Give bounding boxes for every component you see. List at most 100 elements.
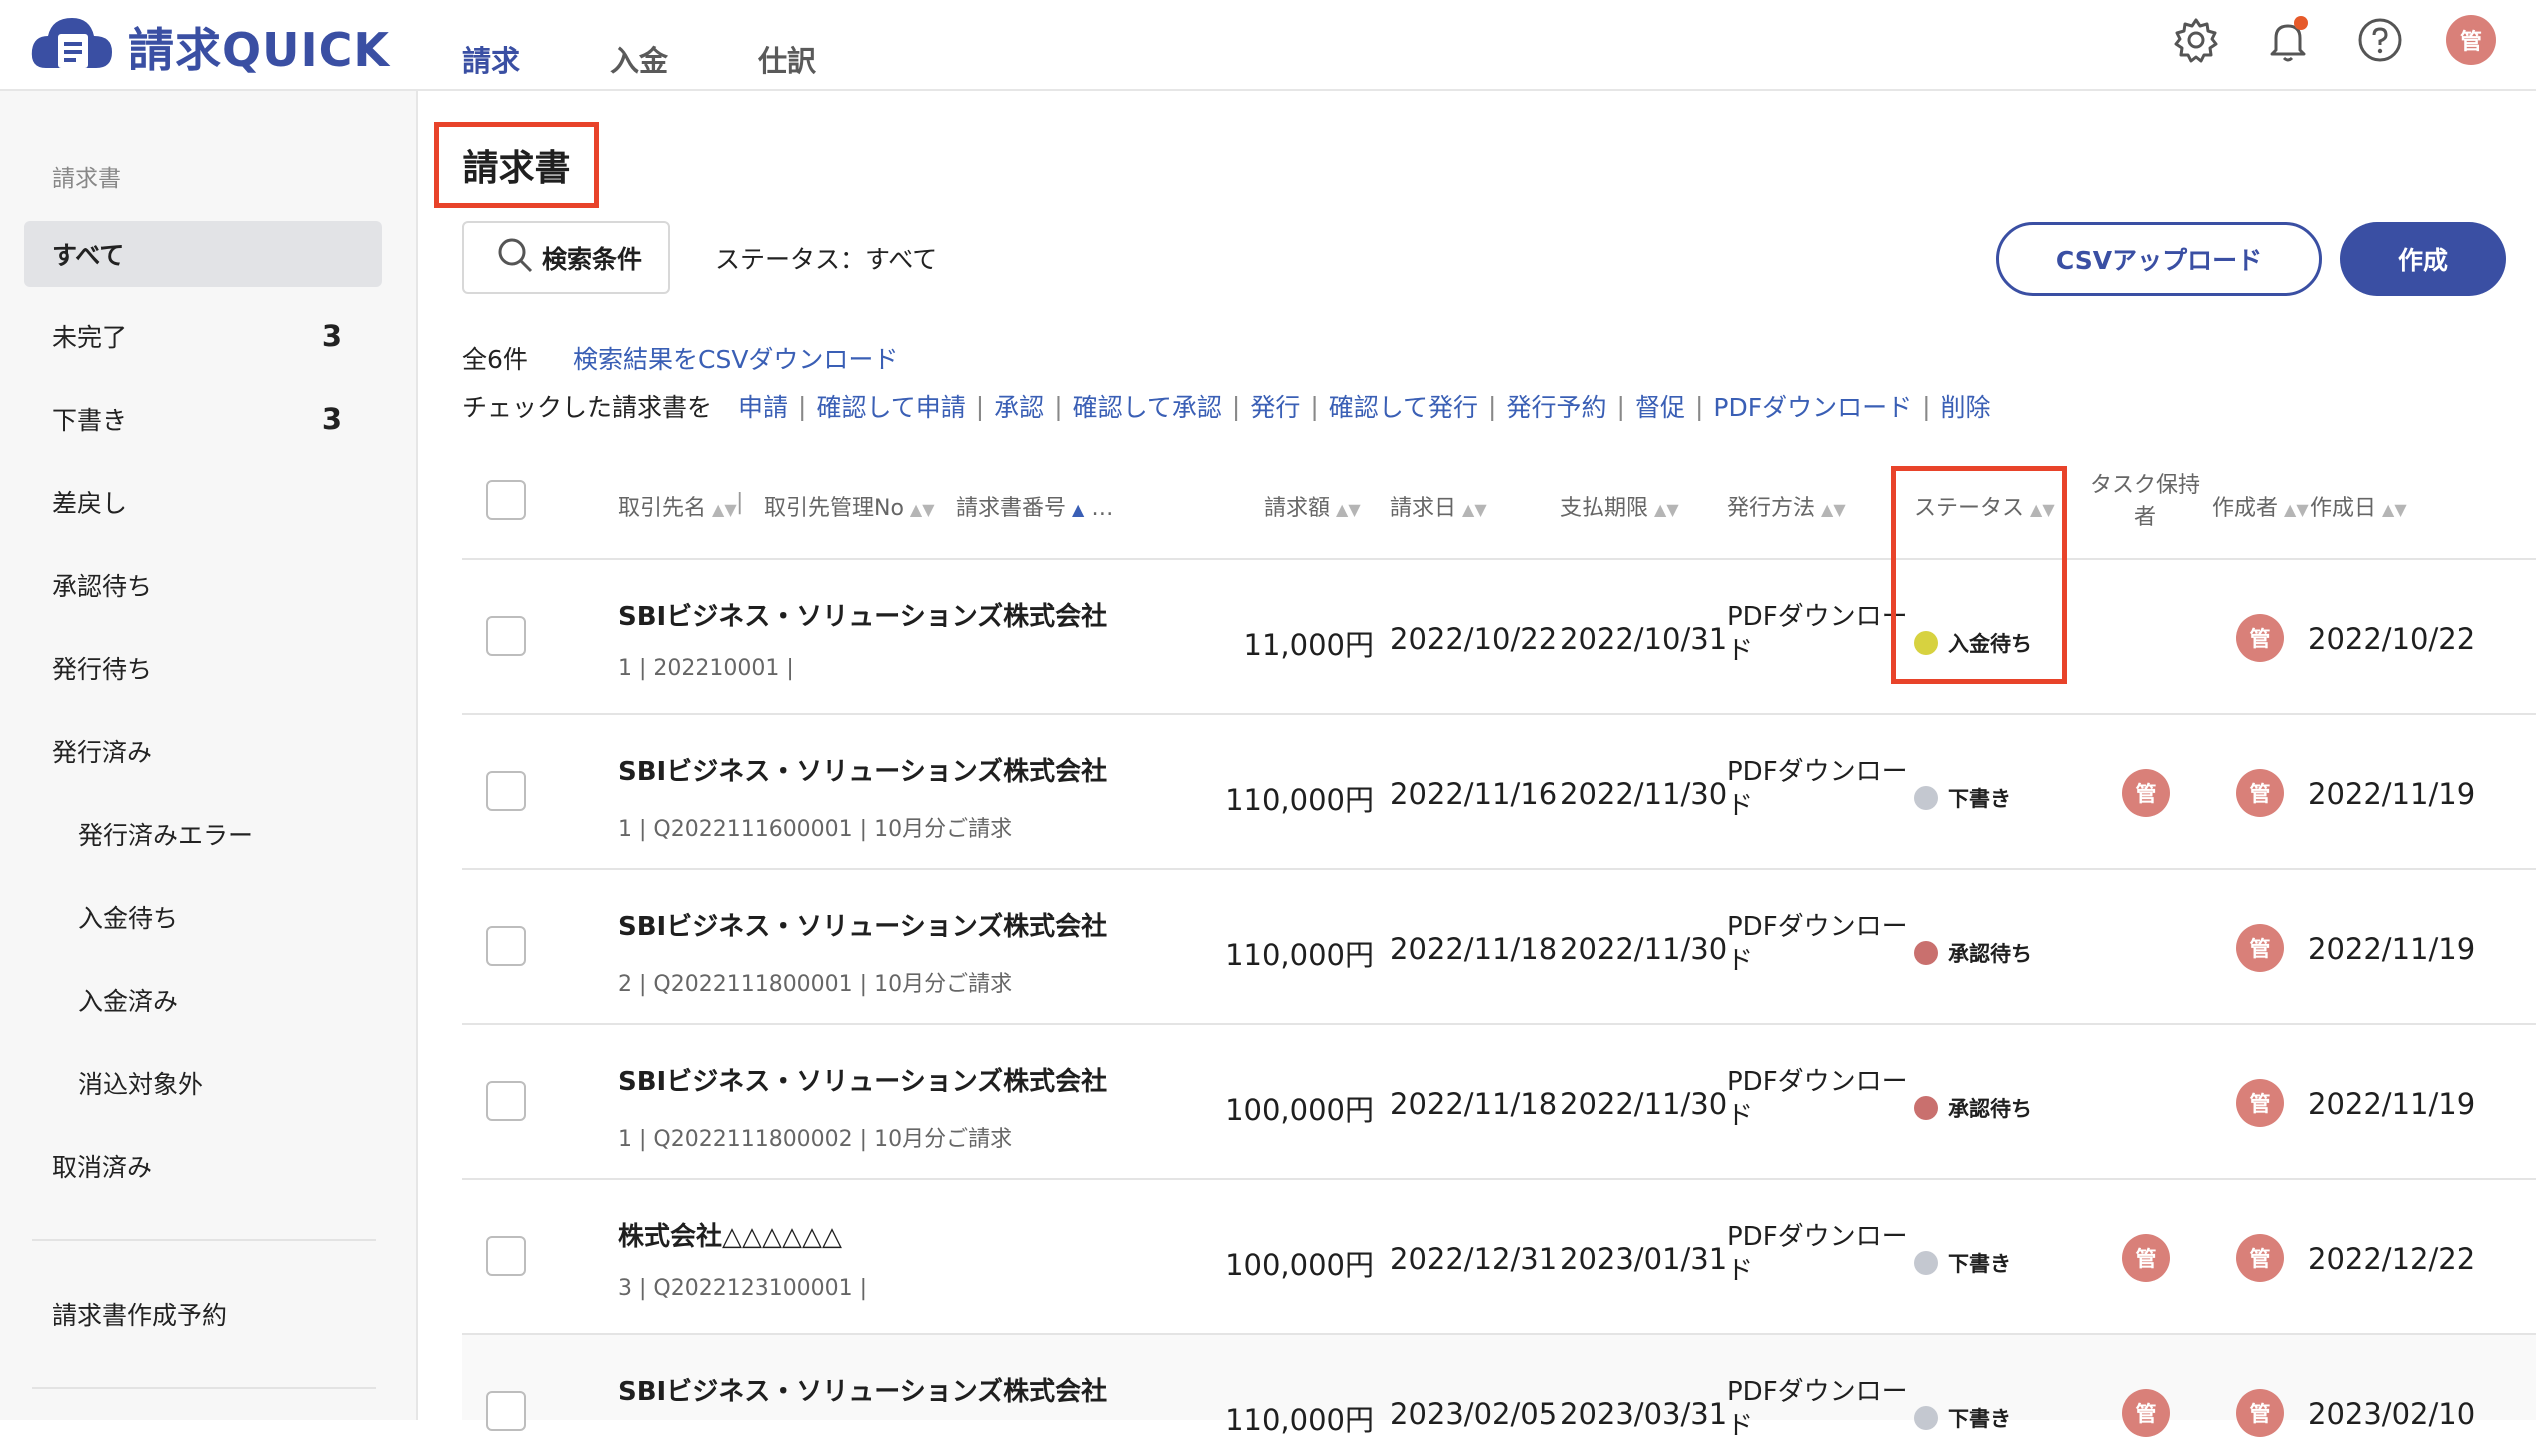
csv-upload-button[interactable]: CSVアップロード	[1996, 222, 2322, 296]
created-date: 2022/12/22	[2308, 1242, 2476, 1276]
sidebar-item-excluded[interactable]: 消込対象外	[24, 1050, 382, 1116]
table-row[interactable]: SBIビジネス・ソリューションズ株式会社 1 | Q2022111800002 …	[462, 1025, 2536, 1180]
client-name[interactable]: SBIビジネス・ソリューションズ株式会社	[618, 906, 1107, 943]
sort-icon: ▲▼	[2284, 500, 2309, 519]
column-client[interactable]: 取引先名 ▲▼	[618, 490, 737, 522]
status-badge: 下書き	[1914, 1248, 2011, 1278]
sidebar-item-cancelled[interactable]: 取消済み	[24, 1133, 382, 1199]
due-date: 2022/11/30	[1560, 932, 1728, 966]
status-dot	[1914, 941, 1938, 965]
sort-icon: ▲▼	[1654, 500, 1679, 519]
row-meta: 2 | Q2022111800001 | 10月分ご請求	[618, 972, 1013, 997]
sort-icon: ▲▼	[909, 500, 935, 519]
created-date: 2023/02/10	[2308, 1397, 2476, 1431]
sidebar-item-all[interactable]: すべて	[24, 221, 382, 287]
sidebar-item-count: 3	[321, 402, 342, 436]
client-name[interactable]: SBIビジネス・ソリューションズ株式会社	[618, 596, 1107, 633]
due-date: 2023/01/31	[1560, 1242, 1728, 1276]
separator: |	[798, 391, 807, 421]
row-checkbox[interactable]	[486, 926, 526, 966]
bulk-apply[interactable]: 申請	[738, 388, 788, 424]
bulk-issue[interactable]: 発行	[1250, 388, 1300, 424]
tab-journal[interactable]: 仕訳	[758, 38, 816, 80]
client-name[interactable]: SBIビジネス・ソリューションズ株式会社	[618, 751, 1107, 788]
sidebar-item-label: 下書き	[52, 406, 128, 435]
sidebar-item-paid[interactable]: 入金済み	[24, 967, 382, 1033]
row-checkbox[interactable]	[486, 771, 526, 811]
client-name[interactable]: 株式会社△△△△△△	[618, 1216, 842, 1253]
app-logo[interactable]: 請求QUICK	[28, 10, 390, 84]
sidebar-item-label: 消込対象外	[78, 1070, 204, 1099]
sidebar-item-issued[interactable]: 発行済み	[24, 718, 382, 784]
row-checkbox[interactable]	[486, 616, 526, 656]
column-method[interactable]: 発行方法 ▲▼	[1727, 490, 1846, 522]
gear-icon[interactable]	[2170, 14, 2222, 66]
column-more[interactable]: …	[1091, 496, 1113, 521]
search-conditions-button[interactable]: 検索条件	[462, 221, 670, 294]
column-invoice-no[interactable]: 請求書番号 ▲ …	[956, 490, 1113, 522]
creator-avatar: 管	[2236, 924, 2284, 972]
column-due-date[interactable]: 支払期限 ▲▼	[1560, 490, 1679, 522]
column-separator: |	[736, 490, 744, 515]
bulk-confirm-issue[interactable]: 確認して発行	[1329, 388, 1478, 424]
tab-invoice[interactable]: 請求	[462, 38, 520, 80]
tab-payment[interactable]: 入金	[610, 38, 668, 80]
bell-icon[interactable]	[2262, 14, 2314, 66]
sidebar-item-awaiting-payment[interactable]: 入金待ち	[24, 884, 382, 950]
column-client-no[interactable]: 取引先管理No ▲▼	[764, 490, 935, 522]
issue-method: PDFダウンロード	[1727, 602, 1908, 666]
page-title-box: 請求書	[434, 122, 599, 208]
sidebar-item-draft[interactable]: 下書き 3	[24, 386, 382, 452]
table-row[interactable]: SBIビジネス・ソリューションズ株式会社 2 | Q2022111800001 …	[462, 870, 2536, 1025]
row-checkbox[interactable]	[486, 1236, 526, 1276]
sidebar-item-incomplete[interactable]: 未完了 3	[24, 303, 382, 369]
page-title: 請求書	[462, 148, 571, 189]
table-row[interactable]: SBIビジネス・ソリューションズ株式会社 110,000円 2023/02/05…	[462, 1335, 2536, 1441]
client-name[interactable]: SBIビジネス・ソリューションズ株式会社	[618, 1371, 1107, 1408]
due-date: 2022/11/30	[1560, 1087, 1728, 1121]
status-dot	[1914, 1406, 1938, 1430]
sidebar-item-issued-error[interactable]: 発行済みエラー	[24, 801, 382, 867]
user-avatar[interactable]: 管	[2446, 15, 2496, 65]
sidebar-item-label: 入金待ち	[78, 904, 179, 933]
sidebar-section-title: 請求書	[52, 166, 121, 192]
sidebar-item-returned[interactable]: 差戻し	[24, 469, 382, 535]
total-count: 全6件	[462, 345, 528, 374]
table-row[interactable]: SBIビジネス・ソリューションズ株式会社 1 | 202210001 | 11,…	[462, 560, 2536, 715]
bulk-approve[interactable]: 承認	[994, 388, 1044, 424]
help-icon[interactable]	[2354, 14, 2406, 66]
sidebar-item-label: 差戻し	[52, 489, 128, 518]
sidebar-item-reservation[interactable]: 請求書作成予約	[24, 1281, 382, 1347]
header-icons: 管	[2170, 14, 2496, 66]
search-icon	[496, 236, 534, 280]
column-created[interactable]: 作成日 ▲▼	[2310, 490, 2407, 522]
table-row[interactable]: SBIビジネス・ソリューションズ株式会社 1 | Q2022111600001 …	[462, 715, 2536, 870]
table-row[interactable]: 株式会社△△△△△△ 3 | Q2022123100001 | 100,000円…	[462, 1180, 2536, 1335]
creator-avatar: 管	[2236, 769, 2284, 817]
sort-icon: ▲▼	[712, 500, 737, 519]
csv-download-link[interactable]: 検索結果をCSVダウンロード	[573, 340, 898, 376]
row-checkbox[interactable]	[486, 1391, 526, 1431]
column-creator[interactable]: 作成者 ▲▼	[2212, 490, 2309, 522]
bulk-delete[interactable]: 削除	[1941, 388, 1991, 424]
row-checkbox[interactable]	[486, 1081, 526, 1121]
sidebar-item-count: 3	[321, 319, 342, 353]
invoice-date: 2022/11/18	[1390, 1087, 1558, 1121]
created-date: 2022/10/22	[2308, 622, 2476, 656]
client-name[interactable]: SBIビジネス・ソリューションズ株式会社	[618, 1061, 1107, 1098]
sidebar-item-awaiting-approval[interactable]: 承認待ち	[24, 552, 382, 618]
select-all-checkbox[interactable]	[486, 480, 526, 520]
bulk-remind[interactable]: 督促	[1635, 388, 1685, 424]
bulk-confirm-approve[interactable]: 確認して承認	[1073, 388, 1222, 424]
due-date: 2023/03/31	[1560, 1397, 1728, 1431]
column-task-owner[interactable]: タスク保持者	[2090, 470, 2200, 534]
create-button[interactable]: 作成	[2340, 222, 2506, 296]
column-invoice-date[interactable]: 請求日 ▲▼	[1390, 490, 1487, 522]
sidebar-item-label: 承認待ち	[52, 572, 153, 601]
bulk-confirm-apply[interactable]: 確認して申請	[816, 388, 965, 424]
column-amount[interactable]: 請求額 ▲▼	[1264, 490, 1361, 522]
sidebar-item-awaiting-issue[interactable]: 発行待ち	[24, 635, 382, 701]
bulk-pdf-download[interactable]: PDFダウンロード	[1713, 388, 1912, 424]
bulk-schedule-issue[interactable]: 発行予約	[1506, 388, 1606, 424]
issue-method: PDFダウンロード	[1727, 912, 1908, 976]
